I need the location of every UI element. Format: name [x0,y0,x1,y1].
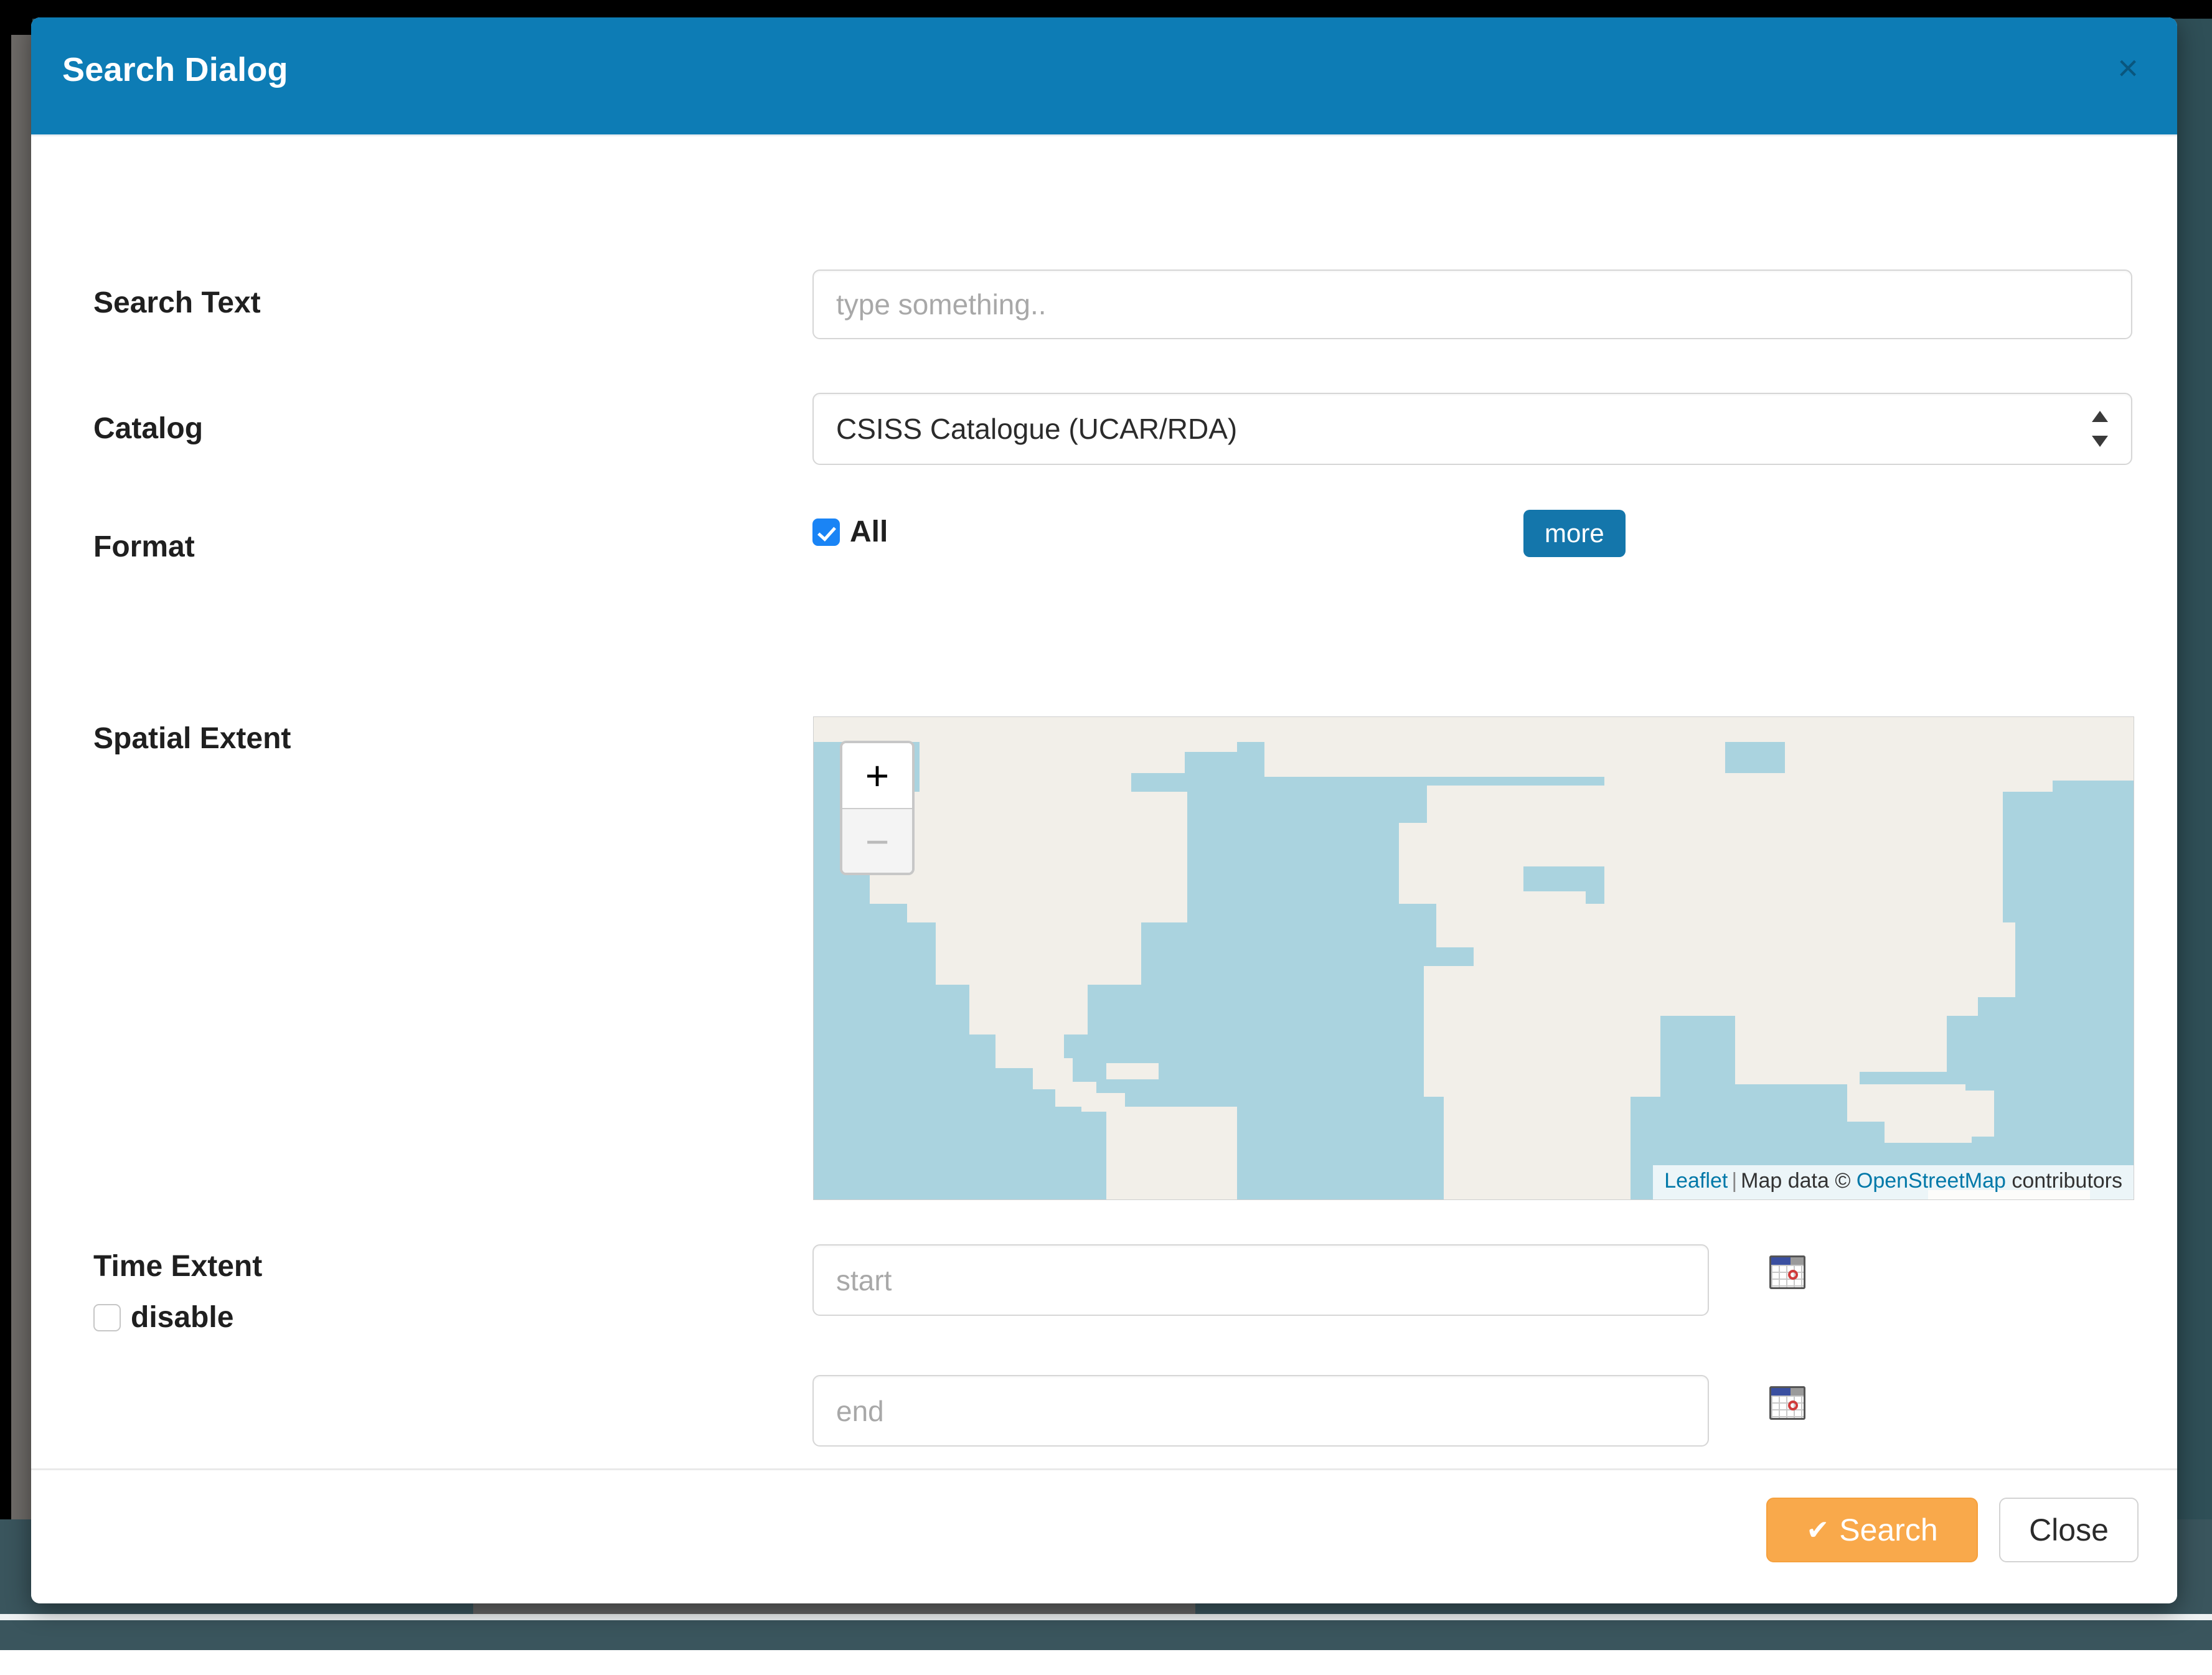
zoom-out-button[interactable]: − [842,808,912,873]
zoom-in-button[interactable]: + [842,743,912,808]
search-text-label: Search Text [93,286,261,319]
time-extent-disable-checkbox[interactable] [93,1303,121,1331]
dialog-header: Search Dialog × [31,17,2177,136]
map-tile-layer [814,717,2134,1199]
close-button-label: Close [2029,1513,2109,1547]
search-button[interactable]: ✔ Search [1766,1498,1978,1562]
more-button[interactable]: more [1523,510,1626,557]
close-button[interactable]: Close [1999,1498,2139,1562]
search-button-label: Search [1839,1513,1938,1547]
format-all-checkbox[interactable] [812,518,840,546]
time-end-input[interactable] [812,1375,1709,1447]
chevron-updown-icon [2091,411,2109,447]
format-all-label: All [850,515,888,548]
attribution-contributors: contributors [2012,1169,2122,1193]
format-all-checkbox-group[interactable]: All [812,515,888,549]
time-extent-disable-group[interactable]: disable [93,1300,233,1335]
catalog-select-value: CSISS Catalogue (UCAR/RDA) [836,413,1238,445]
time-start-input[interactable] [812,1244,1709,1316]
backdrop-bottom-white [0,1650,2212,1675]
dialog-body: Search Text Catalog CSISS Catalogue (UCA… [31,136,2177,1564]
spatial-extent-map[interactable]: + − Leaflet | Map data © OpenStreetMap con… [813,716,2134,1200]
time-extent-label: Time Extent [93,1250,263,1283]
map-attribution: Leaflet | Map data © OpenStreetMap contrib… [1653,1165,2134,1199]
backdrop-left-rail [11,35,32,1628]
attribution-separator: | [1731,1169,1738,1193]
attribution-map-data: Map data © [1741,1169,1851,1193]
time-extent-disable-label: disable [131,1301,234,1334]
search-input[interactable] [812,270,2132,339]
backdrop-white-band [0,1614,2212,1620]
format-label: Format [93,530,195,563]
map-zoom-controls[interactable]: + − [840,741,915,875]
calendar-icon-end[interactable] [1769,1386,1805,1420]
backdrop-top-bar [32,0,2212,19]
dialog-footer: ✔ Search Close [31,1468,2177,1603]
spatial-extent-label: Spatial Extent [93,722,291,755]
calendar-icon-start[interactable] [1769,1255,1805,1289]
openstreetmap-link[interactable]: OpenStreetMap [1857,1169,2006,1193]
check-icon: ✔ [1806,1514,1830,1546]
close-icon[interactable]: × [2117,50,2139,87]
catalog-select[interactable]: CSISS Catalogue (UCAR/RDA) [812,393,2132,465]
catalog-label: Catalog [93,412,204,445]
search-dialog: Search Dialog × Search Text Catalog CSIS… [31,17,2177,1603]
leaflet-link[interactable]: Leaflet [1664,1169,1728,1193]
dialog-title: Search Dialog [62,51,288,88]
